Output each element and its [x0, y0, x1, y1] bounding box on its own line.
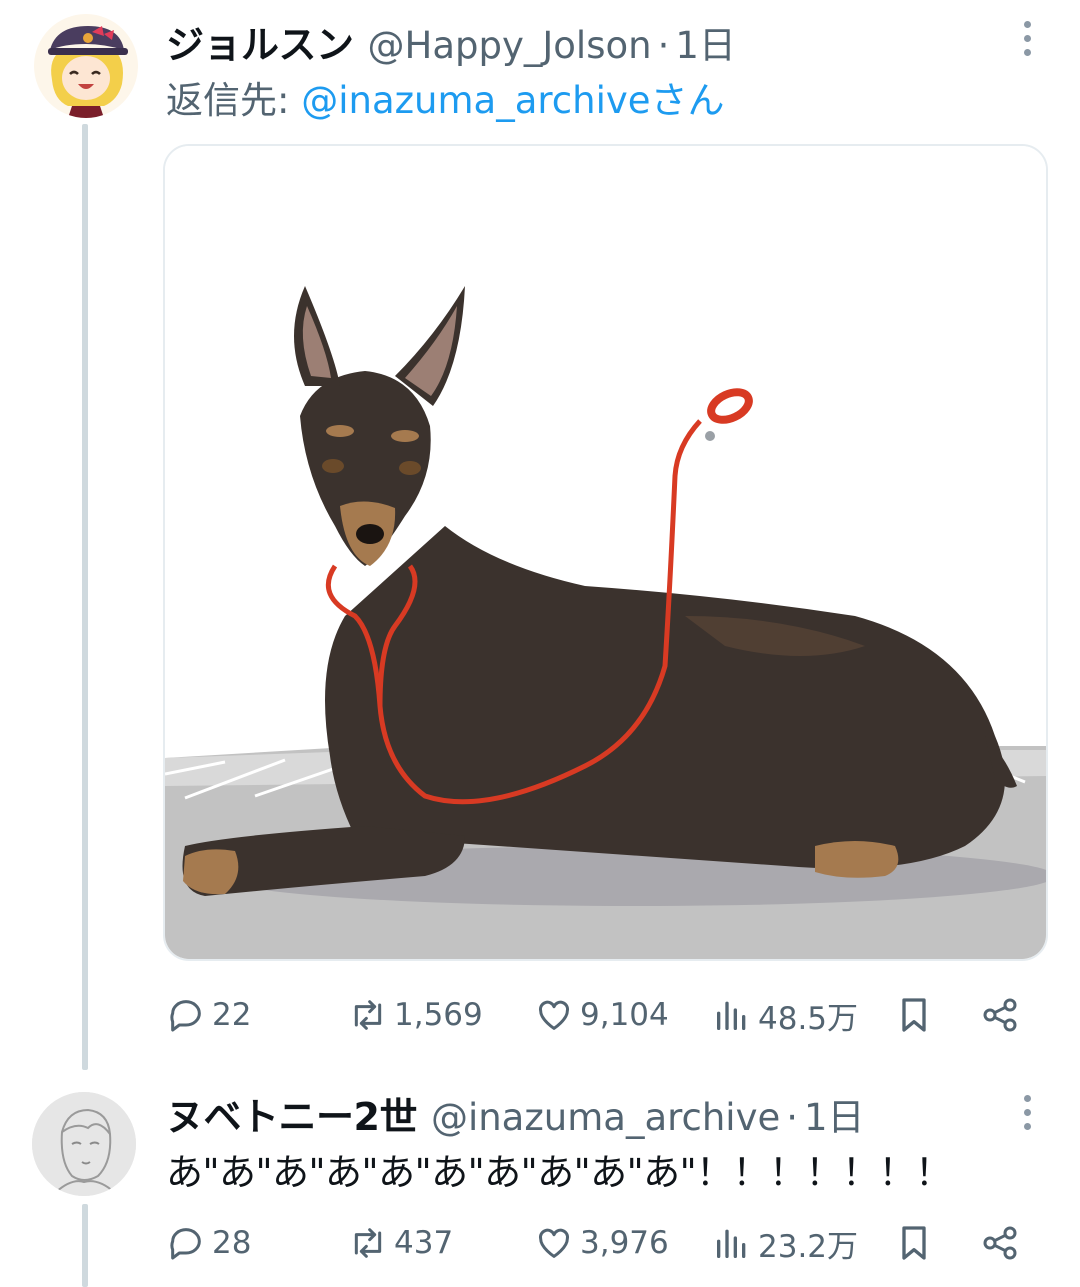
thread-connector-line: [82, 124, 88, 1070]
reply-retweet-count: 437: [394, 1225, 454, 1261]
like-count: 9,104: [580, 997, 669, 1033]
reply-button[interactable]: 22: [166, 990, 251, 1040]
reply-icon: [170, 1000, 201, 1032]
reply-more-icon[interactable]: [1007, 1092, 1047, 1132]
view-count: 48.5万: [758, 1000, 859, 1037]
reply-to-handle: @inazuma_archive: [301, 79, 651, 122]
views-icon: [717, 1229, 746, 1258]
avatar[interactable]: [34, 14, 138, 118]
reply-avatar-sketch: [32, 1092, 136, 1196]
share-icon: [983, 1226, 1017, 1260]
reply-avatar[interactable]: [32, 1092, 136, 1196]
retweet-icon: [354, 1228, 382, 1258]
timestamp[interactable]: 1日: [675, 15, 736, 69]
reply-body-text: あ"あ"あ"あ"あ"あ"あ"あ"あ"あ"！！！！！！！: [166, 1151, 952, 1194]
reply-icon: [170, 1228, 201, 1260]
bookmark-icon: [902, 1226, 926, 1260]
reply-view-count: 23.2万: [758, 1228, 859, 1265]
retweet-button[interactable]: 1,569: [348, 990, 483, 1040]
avatar-illustration: [34, 14, 138, 118]
reply-share-button[interactable]: [980, 1218, 1020, 1268]
reply-to-line: 返信先: @inazuma_archiveさん: [166, 70, 725, 124]
reply-count: 22: [212, 997, 252, 1033]
reply-header: ヌベトニー2世 @inazuma_archive · 1日: [166, 1086, 865, 1139]
tweet-action-bar: 22 1,569 9,104 48.5万: [166, 990, 1036, 1040]
reply-action-bar: 28 437 3,976 23.2万: [166, 1218, 1036, 1268]
bookmark-icon: [902, 998, 926, 1032]
bookmark-button[interactable]: [894, 990, 934, 1040]
retweet-count: 1,569: [394, 997, 483, 1033]
reply-separator-dot: ·: [786, 1096, 799, 1139]
retweet-icon: [354, 1000, 382, 1030]
reply-to-prefix: 返信先:: [166, 79, 302, 122]
like-icon: [538, 1000, 570, 1030]
tweet-header: ジョルスン @Happy_Jolson · 1日: [166, 14, 736, 67]
share-button[interactable]: [980, 990, 1020, 1040]
reply-display-name[interactable]: ヌベトニー2世: [166, 1086, 417, 1141]
like-icon: [538, 1228, 570, 1258]
reply-user-handle[interactable]: @inazuma_archive: [431, 1096, 780, 1139]
views-button[interactable]: 48.5万: [712, 990, 858, 1040]
reply-to-link[interactable]: @inazuma_archiveさん: [301, 79, 724, 122]
user-handle[interactable]: @Happy_Jolson: [368, 24, 652, 67]
reply-timestamp[interactable]: 1日: [804, 1087, 865, 1141]
display-name[interactable]: ジョルスン: [166, 14, 354, 69]
more-icon[interactable]: [1007, 18, 1047, 58]
reply-views-button[interactable]: 23.2万: [712, 1218, 858, 1268]
separator-dot: ·: [657, 24, 670, 67]
views-icon: [717, 1001, 746, 1030]
thread-connector-line-lower: [82, 1204, 88, 1287]
reply-bookmark-button[interactable]: [894, 1218, 934, 1268]
share-icon: [983, 998, 1017, 1032]
like-button[interactable]: 9,104: [534, 990, 669, 1040]
reply-like-count: 3,976: [580, 1225, 669, 1261]
reply-reply-count: 28: [212, 1225, 252, 1261]
doberman-illustration: [165, 146, 1046, 959]
reply-reply-button[interactable]: 28: [166, 1218, 251, 1268]
reply-to-suffix: さん: [650, 79, 725, 122]
tweet-media-image[interactable]: [163, 144, 1048, 961]
reply-retweet-button[interactable]: 437: [348, 1218, 453, 1268]
reply-like-button[interactable]: 3,976: [534, 1218, 669, 1268]
